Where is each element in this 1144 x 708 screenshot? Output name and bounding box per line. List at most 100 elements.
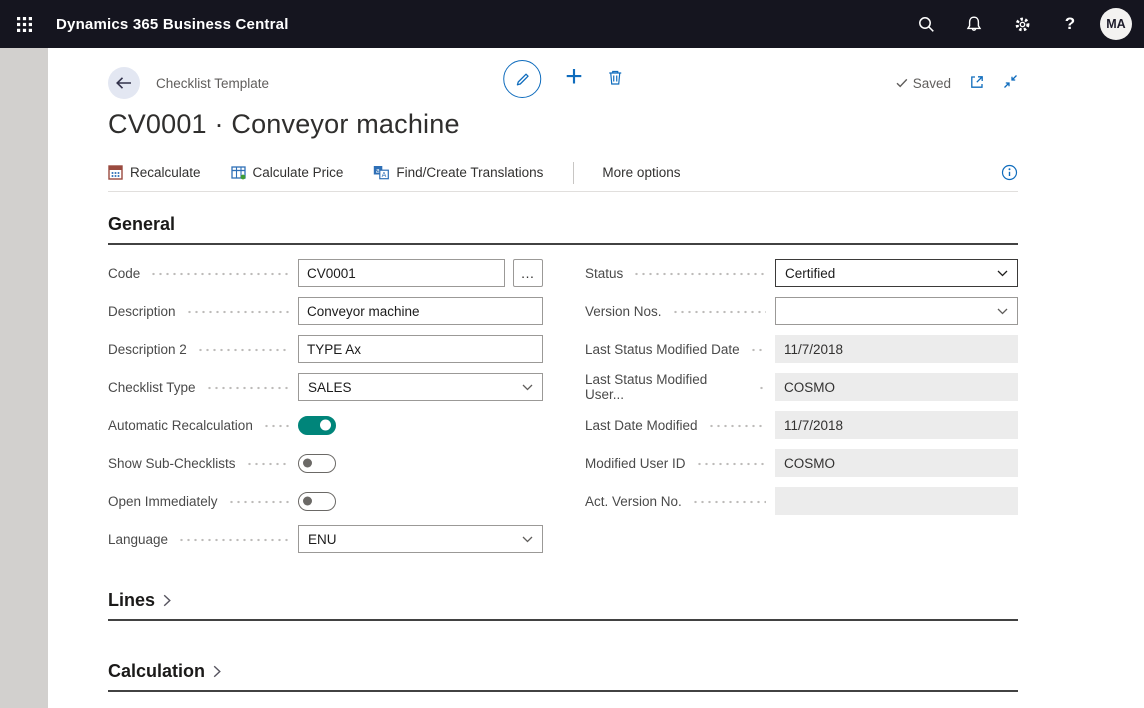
section-calculation[interactable]: Calculation (108, 661, 1018, 692)
readonly-value: 11/7/2018 (784, 342, 843, 357)
field-label: Open Immediately (108, 494, 218, 509)
field-label: Modified User ID (585, 456, 686, 471)
popout-icon[interactable] (969, 74, 985, 93)
section-calculation-title: Calculation (108, 661, 205, 682)
field-control (298, 454, 543, 473)
show-sub-checklists-toggle[interactable] (298, 454, 336, 473)
field-act-version-no: Act. Version No. (585, 482, 1018, 520)
app-title: Dynamics 365 Business Central (56, 16, 289, 33)
dotted-leader (186, 310, 289, 314)
field-label-area: Act. Version No. (585, 494, 775, 509)
dotted-leader (633, 272, 766, 276)
dotted-leader (178, 538, 289, 542)
more-options-button[interactable]: More options (602, 165, 680, 180)
last-date-modified-value: 11/7/2018 (775, 411, 1018, 439)
chevron-right-icon (213, 665, 221, 678)
field-label-area: Last Status Modified User... (585, 372, 775, 402)
general-form: Code … Description Description 2 Checklist T… (108, 254, 1018, 558)
act-version-no-value (775, 487, 1018, 515)
field-control: Certified (775, 259, 1018, 287)
automatic-recalculation-toggle[interactable] (298, 416, 336, 435)
field-label-area: Version Nos. (585, 304, 775, 319)
dotted-leader (246, 462, 289, 466)
field-label: Description (108, 304, 176, 319)
collapse-icon[interactable] (1003, 74, 1018, 92)
calculate-price-icon (231, 165, 246, 180)
dotted-leader (228, 500, 289, 504)
open-immediately-toggle[interactable] (298, 492, 336, 511)
help-icon[interactable]: ? (1046, 0, 1094, 48)
field-control: ENU (298, 525, 543, 553)
check-icon (896, 76, 908, 91)
toggle-knob (320, 420, 331, 431)
action-bar: RecalculateCalculate PriceaAFind/Create … (108, 154, 1018, 192)
section-lines[interactable]: Lines (108, 590, 1018, 621)
add-plus-icon[interactable]: + (565, 62, 583, 96)
field-label: Code (108, 266, 140, 281)
field-label-area: Description 2 (108, 342, 298, 357)
language-dropdown[interactable]: ENU (298, 525, 543, 553)
field-control: COSMO (775, 449, 1018, 477)
last-status-modified-date-value: 11/7/2018 (775, 335, 1018, 363)
field-description-2: Description 2 (108, 330, 543, 368)
code-input[interactable] (298, 259, 505, 287)
dotted-leader (708, 424, 766, 428)
field-control (298, 416, 543, 435)
search-icon[interactable] (902, 0, 950, 48)
field-version-nos: Version Nos. (585, 292, 1018, 330)
field-last-status-modified-user: Last Status Modified User...COSMO (585, 368, 1018, 406)
dotted-leader (150, 272, 289, 276)
back-button[interactable] (108, 67, 140, 99)
dotted-leader (750, 348, 766, 352)
dotted-leader (758, 386, 766, 390)
action-calculate-price[interactable]: Calculate Price (231, 165, 344, 180)
field-label: Status (585, 266, 623, 281)
description-2-input[interactable] (298, 335, 543, 363)
field-label-area: Automatic Recalculation (108, 418, 298, 433)
field-control (298, 492, 543, 511)
delete-trash-icon[interactable] (607, 69, 623, 89)
header-right: Saved (896, 74, 1018, 93)
field-label-area: Show Sub-Checklists (108, 456, 298, 471)
notifications-icon[interactable] (950, 0, 998, 48)
svg-text:A: A (382, 172, 387, 179)
field-automatic-recalculation: Automatic Recalculation (108, 406, 543, 444)
form-left-column: Code … Description Description 2 Checklist T… (108, 254, 543, 558)
field-label: Last Status Modified Date (585, 342, 740, 357)
chevron-right-icon (163, 594, 171, 607)
field-control: SALES (298, 373, 543, 401)
toggle-knob (303, 497, 312, 506)
field-label: Checklist Type (108, 380, 196, 395)
assist-edit-button[interactable]: … (513, 259, 543, 287)
waffle-icon[interactable] (0, 0, 48, 48)
action-find-create-translations[interactable]: aAFind/Create Translations (373, 165, 543, 180)
avatar[interactable]: MA (1100, 8, 1132, 40)
dotted-leader (197, 348, 289, 352)
action-items: RecalculateCalculate PriceaAFind/Create … (108, 165, 573, 180)
chevron-down-icon (997, 270, 1008, 277)
action-label: Find/Create Translations (396, 165, 543, 180)
field-label: Version Nos. (585, 304, 662, 319)
action-bar-separator (573, 162, 574, 184)
action-recalculate[interactable]: Recalculate (108, 165, 201, 180)
field-label: Description 2 (108, 342, 187, 357)
edit-pencil-icon[interactable] (503, 60, 541, 98)
settings-icon[interactable] (998, 0, 1046, 48)
info-icon[interactable] (1001, 164, 1018, 181)
field-label: Automatic Recalculation (108, 418, 253, 433)
field-label: Last Date Modified (585, 418, 698, 433)
field-checklist-type: Checklist Type SALES (108, 368, 543, 406)
selected-value: Certified (785, 266, 997, 281)
field-description: Description (108, 292, 543, 330)
checklist-type-dropdown[interactable]: SALES (298, 373, 543, 401)
section-general[interactable]: General (108, 214, 1018, 245)
dotted-leader (692, 500, 766, 504)
field-control (298, 297, 543, 325)
field-control: … (298, 259, 543, 287)
recalculate-icon (108, 165, 123, 180)
version-nos-dropdown[interactable] (775, 297, 1018, 325)
action-label: Recalculate (130, 165, 201, 180)
status-dropdown[interactable]: Certified (775, 259, 1018, 287)
field-label-area: Last Status Modified Date (585, 342, 775, 357)
description-input[interactable] (298, 297, 543, 325)
